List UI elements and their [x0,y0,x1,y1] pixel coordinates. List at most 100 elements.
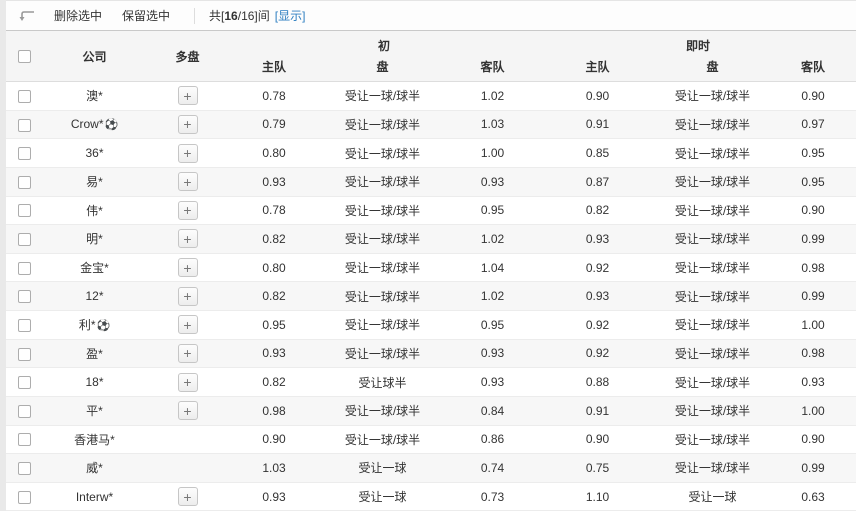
plus-icon: + [183,260,191,276]
live-away-odds: 1.00 [770,404,856,418]
company-name: 盈* [86,347,103,361]
column-header-multi: 多盘 [147,31,228,81]
row-checkbox[interactable] [18,433,31,446]
expand-odds-button[interactable]: + [178,344,198,363]
toolbar-divider [194,8,195,24]
company-name: Interw* [76,490,113,504]
row-checkbox-cell [6,89,42,103]
row-checkbox-cell [6,260,42,274]
expand-odds-button[interactable]: + [178,229,198,248]
company-cell: Crow*⚽ [42,117,147,131]
live-handicap: 受让一球/球半 [655,259,770,276]
table-row: 12* + 0.82 受让一球/球半 1.02 0.93 受让一球/球半 0.9… [6,282,856,311]
row-checkbox[interactable] [18,147,31,160]
live-away-odds: 0.90 [770,89,856,103]
column-group-live: 即时 主队 盘 客队 [540,31,856,81]
initial-away-odds: 1.02 [445,232,540,246]
expand-odds-button[interactable]: + [178,86,198,105]
select-all-checkbox[interactable] [18,50,31,63]
row-checkbox[interactable] [18,262,31,275]
plus-icon: + [183,403,191,419]
expand-odds-button[interactable]: + [178,115,198,134]
live-handicap: 受让一球/球半 [655,459,770,476]
live-away-odds: 0.98 [770,261,856,275]
live-home-odds: 1.10 [540,490,655,504]
expand-odds-button[interactable]: + [178,315,198,334]
expand-odds-button[interactable]: + [178,487,198,506]
initial-away-odds: 0.95 [445,203,540,217]
plus-icon: + [183,116,191,132]
expand-odds-button[interactable]: + [178,287,198,306]
expand-odds-button[interactable]: + [178,401,198,420]
table-row: 明* + 0.82 受让一球/球半 1.02 0.93 受让一球/球半 0.99 [6,225,856,254]
expand-odds-button[interactable]: + [178,172,198,191]
row-checkbox[interactable] [18,462,31,475]
multi-odds-cell: + [147,86,228,105]
live-home-odds: 0.93 [540,232,655,246]
column-header-live-handicap: 盘 [655,61,770,73]
row-checkbox[interactable] [18,348,31,361]
table-row: 利*⚽ + 0.95 受让一球/球半 0.95 0.92 受让一球/球半 1.0… [6,311,856,340]
live-away-odds: 0.99 [770,461,856,475]
initial-handicap: 受让一球/球半 [320,230,445,247]
select-all-cell [6,31,42,81]
company-cell: 易* [42,173,147,190]
live-away-odds: 0.98 [770,346,856,360]
column-header-live-away: 客队 [770,61,856,73]
plus-icon: + [183,202,191,218]
initial-handicap: 受让一球/球半 [320,173,445,190]
initial-away-odds: 0.93 [445,375,540,389]
company-cell: 香港马* [42,431,147,448]
initial-away-odds: 0.84 [445,404,540,418]
live-home-odds: 0.90 [540,89,655,103]
live-away-odds: 0.63 [770,490,856,504]
expand-odds-button[interactable]: + [178,373,198,392]
row-checkbox[interactable] [18,319,31,332]
row-checkbox[interactable] [18,491,31,504]
show-link[interactable]: [显示] [275,7,306,24]
count-suffix: /16]间 [238,9,270,23]
initial-handicap: 受让一球/球半 [320,87,445,104]
live-handicap: 受让一球/球半 [655,230,770,247]
multi-odds-cell: + [147,487,228,506]
initial-handicap: 受让一球/球半 [320,116,445,133]
live-away-odds: 0.90 [770,432,856,446]
multi-odds-cell: + [147,315,228,334]
row-checkbox[interactable] [18,290,31,303]
row-checkbox[interactable] [18,405,31,418]
initial-handicap: 受让一球/球半 [320,316,445,333]
initial-handicap: 受让一球/球半 [320,402,445,419]
row-checkbox[interactable] [18,376,31,389]
live-home-odds: 0.85 [540,146,655,160]
company-cell: 明* [42,230,147,247]
live-home-odds: 0.75 [540,461,655,475]
column-header-initial-handicap: 盘 [320,61,445,73]
initial-away-odds: 1.02 [445,289,540,303]
live-home-odds: 0.90 [540,432,655,446]
row-checkbox[interactable] [18,90,31,103]
initial-home-odds: 0.82 [228,375,320,389]
toolbar: 删除选中 保留选中 共[16/16]间 [显示] [6,1,856,31]
expand-odds-button[interactable]: + [178,201,198,220]
company-cell: 平* [42,402,147,419]
initial-handicap: 受让一球/球半 [320,259,445,276]
company-name: 威* [86,461,103,475]
plus-icon: + [183,345,191,361]
company-name: 36* [85,146,103,160]
company-cell: 12* [42,289,147,303]
expand-odds-button[interactable]: + [178,258,198,277]
row-checkbox[interactable] [18,204,31,217]
row-checkbox[interactable] [18,233,31,246]
expand-odds-button[interactable]: + [178,144,198,163]
keep-selected-button[interactable]: 保留选中 [112,7,180,24]
delete-selected-button[interactable]: 删除选中 [44,7,112,24]
initial-home-odds: 0.93 [228,346,320,360]
row-checkbox[interactable] [18,176,31,189]
live-handicap: 受让一球/球半 [655,316,770,333]
row-checkbox-cell [6,175,42,189]
apply-to-selected-arrow-icon [18,8,36,24]
live-handicap: 受让一球/球半 [655,402,770,419]
row-checkbox[interactable] [18,119,31,132]
odds-comparison-page: 删除选中 保留选中 共[16/16]间 [显示] 公司 多盘 初 主队 盘 客队… [6,0,856,491]
row-checkbox-cell [6,461,42,475]
